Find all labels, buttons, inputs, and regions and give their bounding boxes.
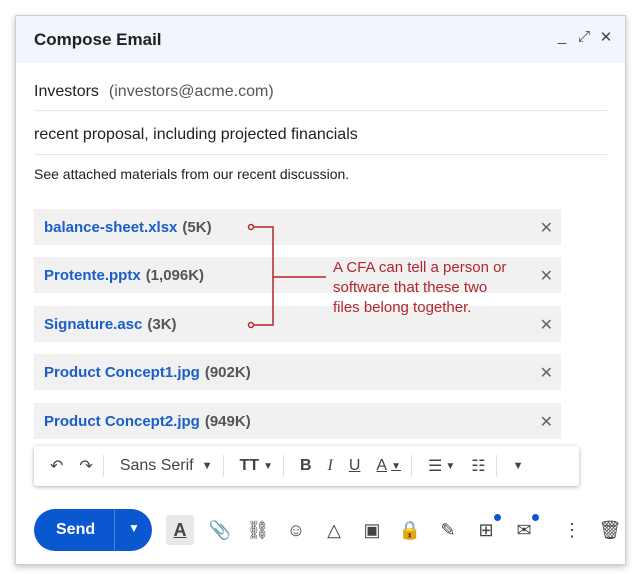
signature-icon[interactable]: ✎ bbox=[436, 518, 460, 542]
annotation-text: A CFA can tell a person or software that… bbox=[333, 258, 513, 318]
mail-merge-icon[interactable]: ✉ bbox=[512, 514, 539, 542]
annotation-line: files belong together. bbox=[333, 299, 472, 316]
discard-draft-icon[interactable]: 🗑 bbox=[598, 518, 622, 542]
underline-icon[interactable]: U bbox=[349, 457, 361, 475]
bracket-endpoint bbox=[247, 223, 255, 231]
action-bar: Send ▼ A 📎 ⛓ ☺ △ ▣ 🔒 ✎ ⊞ ✉ ⋮ 🗑 bbox=[34, 508, 625, 552]
bold-icon[interactable]: B bbox=[300, 457, 312, 475]
formatting-toolbar: ↶ ↷ Sans Serif ▼ TT ▼ B I U A ▼ ☰ ▼ ☷ ▼ bbox=[34, 446, 579, 486]
divider bbox=[102, 455, 104, 477]
bracket-endpoint bbox=[247, 321, 255, 329]
insert-link-icon[interactable]: ⛓ bbox=[246, 518, 270, 542]
notification-dot bbox=[494, 514, 501, 521]
bracket-line bbox=[253, 226, 326, 326]
formatting-options-icon[interactable]: A bbox=[166, 515, 194, 545]
divider bbox=[222, 455, 224, 477]
compose-window: Compose Email _ ⤢ ✕ Investors (investors… bbox=[15, 15, 626, 565]
align-icon[interactable]: ☰ ▼ bbox=[428, 456, 455, 476]
notification-dot bbox=[532, 514, 539, 521]
drive-icon[interactable]: △ bbox=[322, 518, 346, 542]
font-select[interactable]: Sans Serif ▼ bbox=[120, 457, 213, 475]
font-name: Sans Serif bbox=[119, 457, 194, 474]
send-button[interactable]: Send ▼ bbox=[34, 509, 152, 551]
confidential-mode-icon[interactable]: 🔒 bbox=[398, 518, 422, 542]
chevron-down-icon: ▼ bbox=[201, 460, 213, 472]
send-label: Send bbox=[56, 521, 96, 538]
layouts-icon[interactable]: ⊞ bbox=[474, 514, 501, 542]
divider bbox=[411, 455, 412, 477]
undo-icon[interactable]: ↶ bbox=[50, 456, 63, 476]
more-formatting-icon[interactable]: ▼ bbox=[513, 460, 524, 472]
numbered-list-icon[interactable]: ☷ bbox=[471, 456, 485, 476]
annotation-line: A CFA can tell a person or bbox=[333, 259, 507, 276]
divider bbox=[282, 455, 284, 477]
divider bbox=[495, 455, 497, 477]
annotation-line: software that these two bbox=[333, 279, 488, 296]
emoji-icon[interactable]: ☺ bbox=[284, 518, 308, 542]
insert-photo-icon[interactable]: ▣ bbox=[360, 518, 384, 542]
text-color-icon[interactable]: A ▼ bbox=[376, 457, 401, 475]
redo-icon[interactable]: ↷ bbox=[79, 456, 92, 476]
more-options-icon[interactable]: ⋮ bbox=[560, 518, 584, 542]
divider bbox=[114, 509, 115, 551]
text-size-icon[interactable]: TT ▼ bbox=[240, 457, 273, 475]
italic-icon[interactable]: I bbox=[328, 457, 333, 475]
attach-file-icon[interactable]: 📎 bbox=[208, 518, 232, 542]
send-options-icon[interactable]: ▼ bbox=[128, 521, 140, 535]
